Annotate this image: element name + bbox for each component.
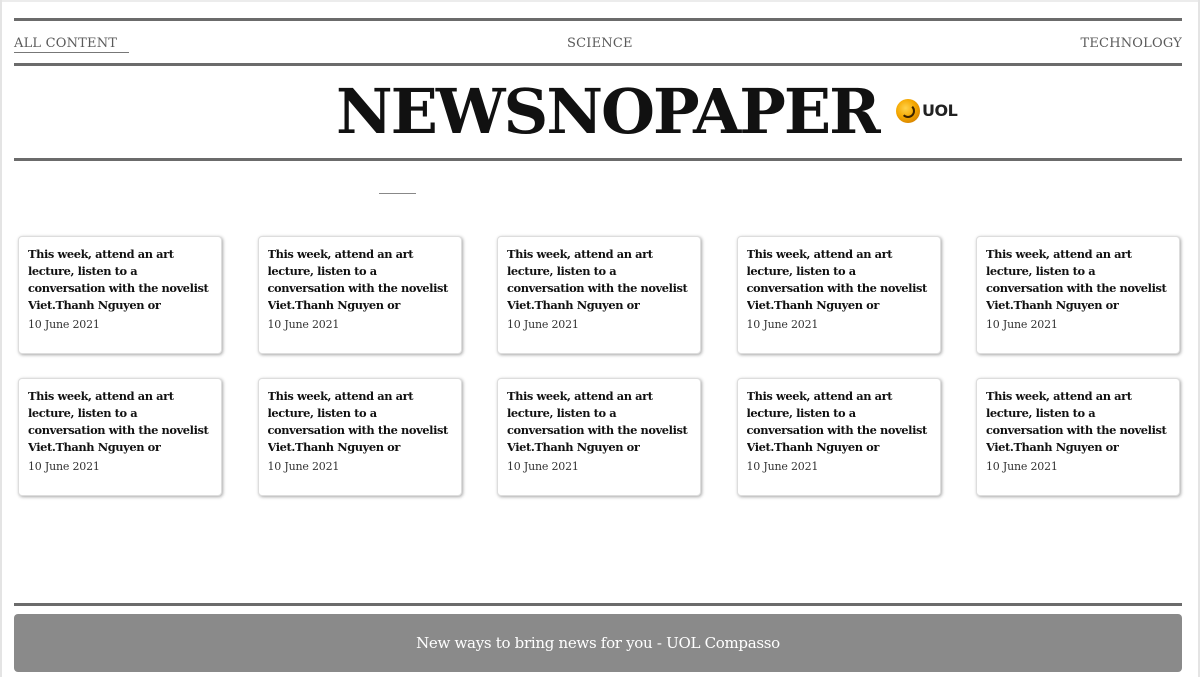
nav-technology-link[interactable]: TECHNOLOGY bbox=[1080, 36, 1182, 51]
article-card[interactable]: This week, attend an art lecture, listen… bbox=[257, 236, 462, 354]
article-title: This week, attend an art lecture, listen… bbox=[507, 247, 688, 312]
article-date: 10 June 2021 bbox=[267, 460, 340, 473]
article-card[interactable]: This week, attend an art lecture, listen… bbox=[18, 236, 222, 354]
nav-science-link[interactable]: SCIENCE bbox=[567, 36, 633, 51]
article-date: 10 June 2021 bbox=[746, 318, 819, 331]
uol-logo-icon bbox=[896, 99, 920, 123]
footer-banner: New ways to bring news for you - UOL Com… bbox=[14, 614, 1182, 672]
article-card[interactable]: This week, attend an art lecture, listen… bbox=[18, 378, 222, 496]
article-card[interactable]: This week, attend an art lecture, listen… bbox=[257, 378, 462, 496]
masthead-divider bbox=[14, 158, 1182, 161]
article-card[interactable]: This week, attend an art lecture, listen… bbox=[976, 378, 1180, 496]
article-date: 10 June 2021 bbox=[267, 318, 340, 331]
article-title: This week, attend an art lecture, listen… bbox=[28, 247, 209, 312]
article-card[interactable]: This week, attend an art lecture, listen… bbox=[736, 378, 941, 496]
masthead-title: NEWSNOPAPER bbox=[336, 75, 881, 148]
top-divider bbox=[14, 18, 1182, 21]
footer-text: New ways to bring news for you - UOL Com… bbox=[416, 634, 780, 652]
article-date: 10 June 2021 bbox=[986, 318, 1058, 331]
article-date: 10 June 2021 bbox=[28, 460, 100, 473]
nav-divider bbox=[14, 63, 1182, 66]
article-date: 10 June 2021 bbox=[507, 318, 579, 331]
article-card[interactable]: This week, attend an art lecture, listen… bbox=[497, 236, 701, 354]
article-title: This week, attend an art lecture, listen… bbox=[986, 389, 1167, 454]
article-card[interactable]: This week, attend an art lecture, listen… bbox=[976, 236, 1180, 354]
article-title: This week, attend an art lecture, listen… bbox=[986, 247, 1167, 312]
category-nav: ALL CONTENT SCIENCE TECHNOLOGY bbox=[14, 36, 1182, 58]
article-date: 10 June 2021 bbox=[986, 460, 1058, 473]
article-title: This week, attend an art lecture, listen… bbox=[746, 389, 928, 454]
footer-divider bbox=[14, 603, 1182, 606]
article-date: 10 June 2021 bbox=[746, 460, 819, 473]
article-title: This week, attend an art lecture, listen… bbox=[28, 389, 209, 454]
page-top-edge bbox=[0, 0, 1200, 2]
article-title: This week, attend an art lecture, listen… bbox=[267, 389, 449, 454]
article-date: 10 June 2021 bbox=[507, 460, 579, 473]
uol-logo[interactable]: UOL bbox=[896, 98, 960, 126]
article-title: This week, attend an art lecture, listen… bbox=[507, 389, 688, 454]
article-date: 10 June 2021 bbox=[28, 318, 100, 331]
article-title: This week, attend an art lecture, listen… bbox=[267, 247, 449, 312]
article-card[interactable]: This week, attend an art lecture, listen… bbox=[736, 236, 941, 354]
nav-all-content-link[interactable]: ALL CONTENT bbox=[14, 36, 130, 53]
section-accent-line bbox=[379, 193, 416, 194]
uol-logo-text: UOL bbox=[922, 101, 958, 120]
page-left-edge bbox=[0, 0, 2, 677]
article-card[interactable]: This week, attend an art lecture, listen… bbox=[497, 378, 701, 496]
article-title: This week, attend an art lecture, listen… bbox=[746, 247, 928, 312]
